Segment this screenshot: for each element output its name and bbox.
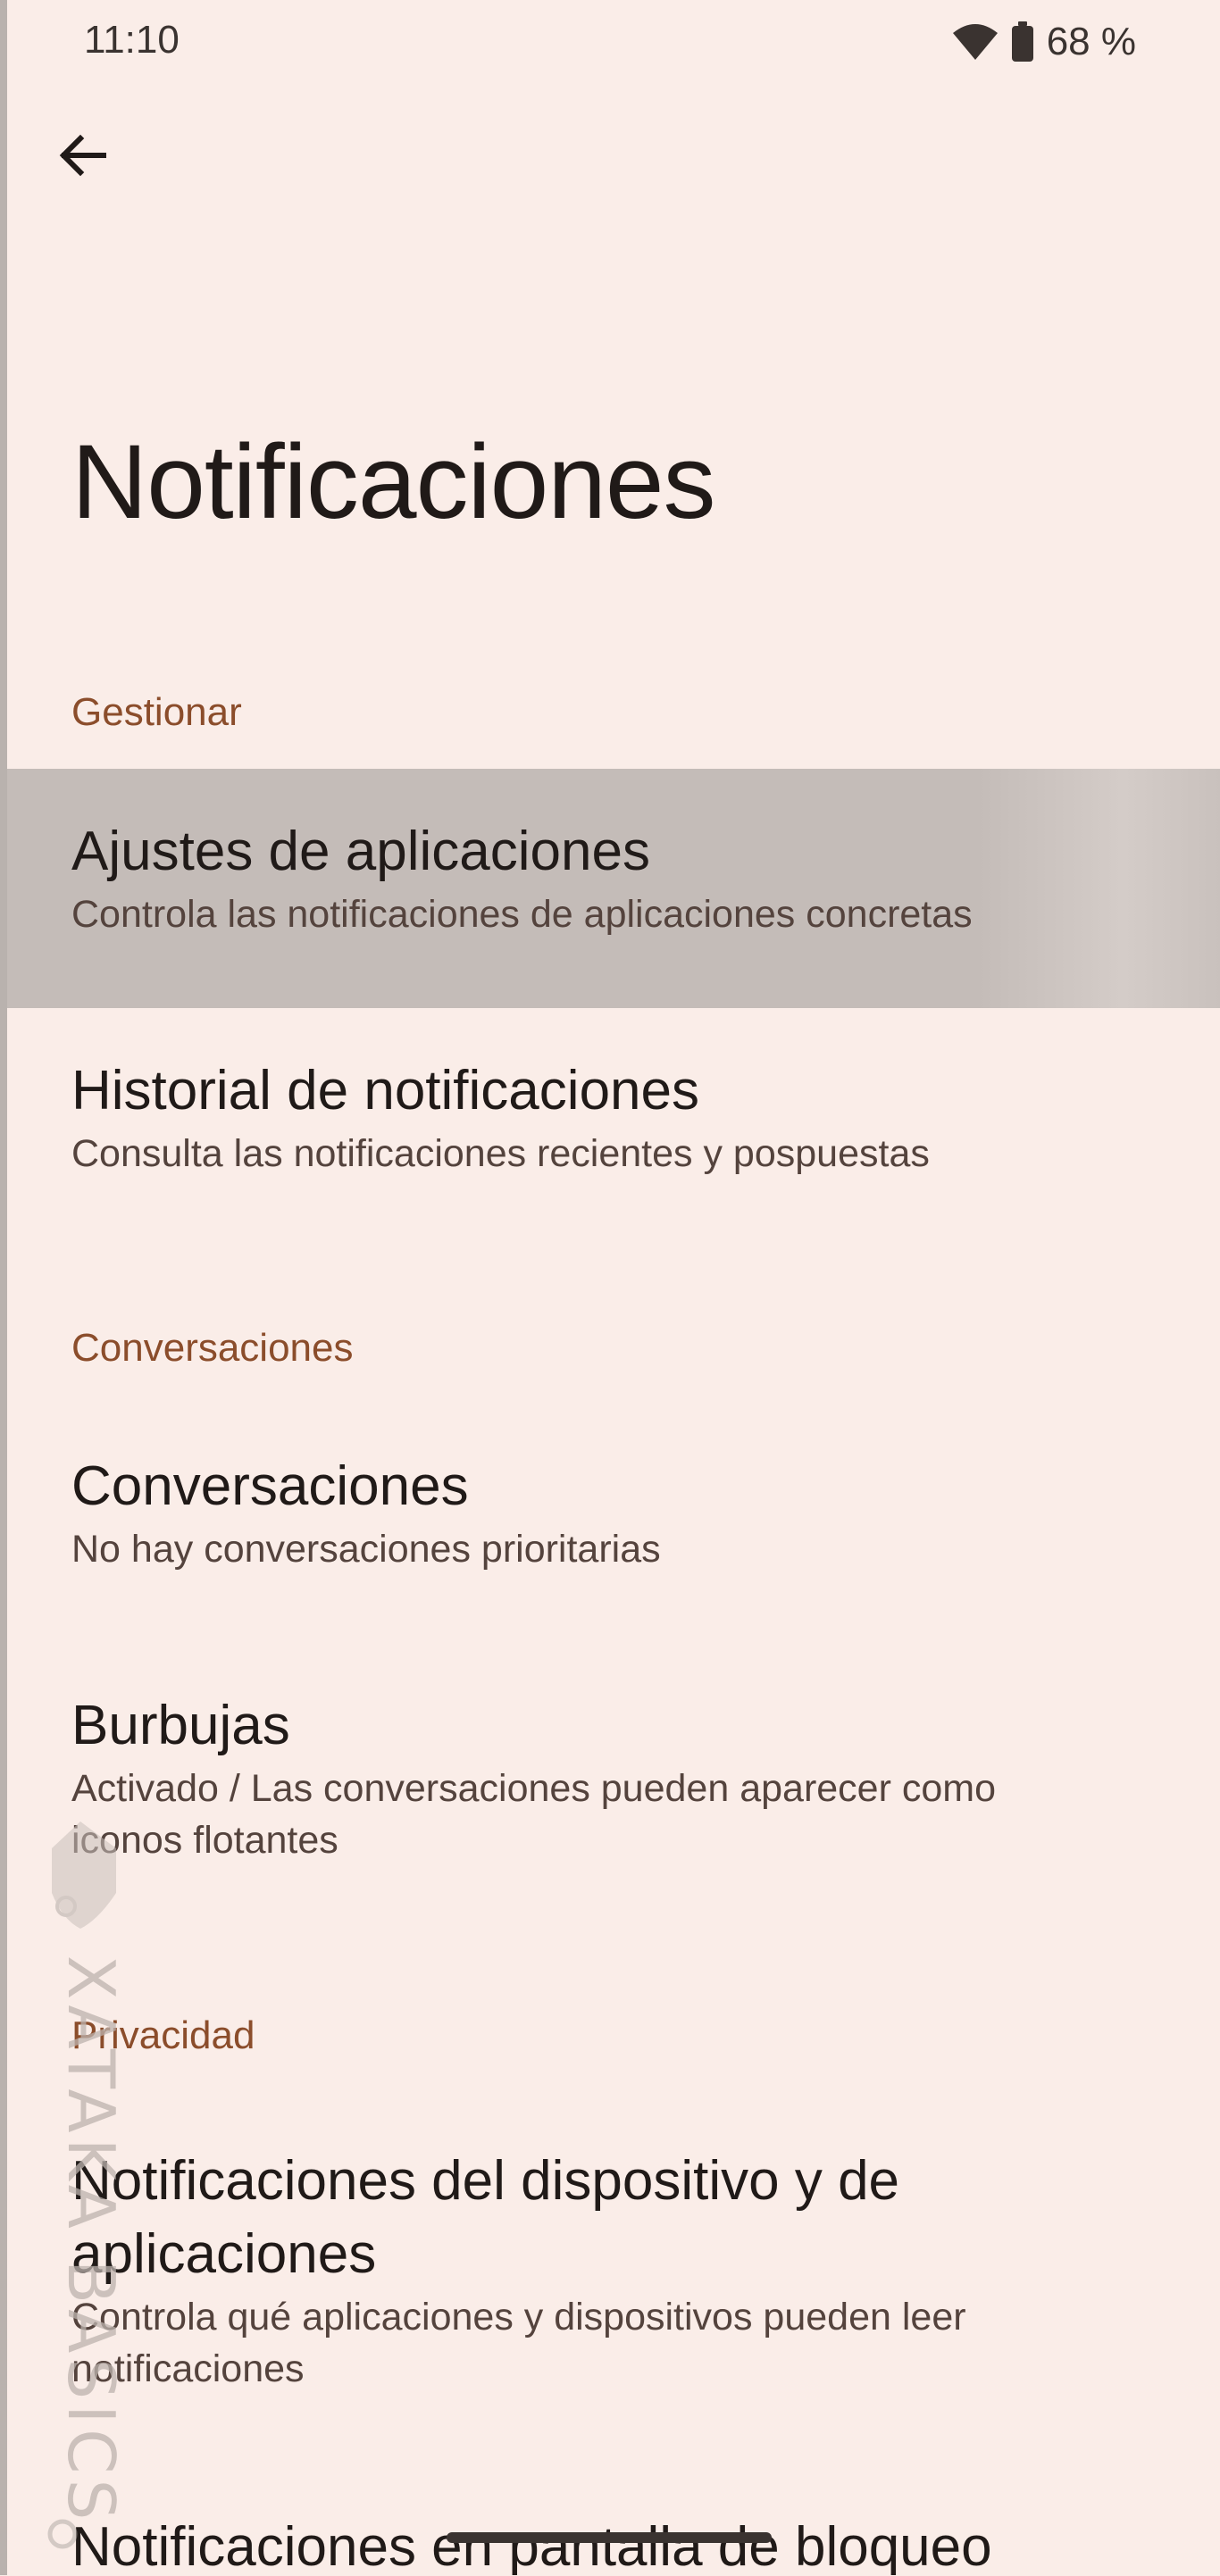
status-time: 11:10 — [84, 18, 180, 62]
wifi-icon — [952, 22, 999, 62]
item-title-line: aplicaciones — [71, 2223, 377, 2285]
item-summary-line: notificaciones — [71, 2347, 305, 2390]
item-title: Burbujas — [71, 1695, 290, 1756]
item-summary-line: Controla qué aplicaciones y dispositivos… — [71, 2296, 966, 2338]
item-title-line: Notificaciones del dispositivo y de — [71, 2150, 900, 2212]
list-item-bubbles[interactable]: Burbujas Activado / Las conversaciones p… — [7, 1643, 1220, 1911]
home-indicator[interactable] — [447, 2532, 772, 2543]
battery-level: 68 % — [1046, 20, 1136, 63]
item-summary: Controla las notificaciones de aplicacio… — [71, 893, 973, 936]
section-header-conversations: Conversaciones — [71, 1326, 354, 1370]
list-item-lock-screen-notifications[interactable]: Notificaciones en pantalla de bloqueo — [7, 2475, 1220, 2575]
item-summary: Consulta las notificaciones recientes y … — [71, 1132, 930, 1175]
status-icons: 68 % — [952, 20, 1136, 64]
list-item-notification-history[interactable]: Historial de notificaciones Consulta las… — [7, 1008, 1220, 1247]
arrow-back-icon — [55, 129, 109, 187]
item-summary: No hay conversaciones prioritarias — [71, 1528, 661, 1571]
list-item-app-settings[interactable]: Ajustes de aplicaciones Controla las not… — [7, 769, 1220, 1008]
item-title: Ajustes de aplicaciones — [71, 821, 650, 882]
battery-icon — [1011, 21, 1034, 63]
status-bar: 11:10 68 % — [0, 0, 1220, 86]
section-header-manage: Gestionar — [71, 690, 242, 734]
item-summary-line: iconos flotantes — [71, 1819, 338, 1862]
page-title: Notificaciones — [71, 423, 716, 541]
item-title: Historial de notificaciones — [71, 1060, 700, 1121]
section-header-privacy: Privacidad — [71, 2013, 255, 2057]
item-summary-line: Activado / Las conversaciones pueden apa… — [71, 1767, 997, 1810]
item-title: Conversaciones — [71, 1455, 469, 1517]
item-title: Notificaciones en pantalla de bloqueo — [71, 2516, 992, 2575]
list-item-conversations[interactable]: Conversaciones No hay conversaciones pri… — [7, 1404, 1220, 1643]
list-item-device-app-notifications[interactable]: Notificaciones del dispositivo y de apli… — [7, 2098, 1220, 2420]
screen-edge — [0, 0, 7, 2575]
back-button[interactable] — [50, 125, 114, 189]
